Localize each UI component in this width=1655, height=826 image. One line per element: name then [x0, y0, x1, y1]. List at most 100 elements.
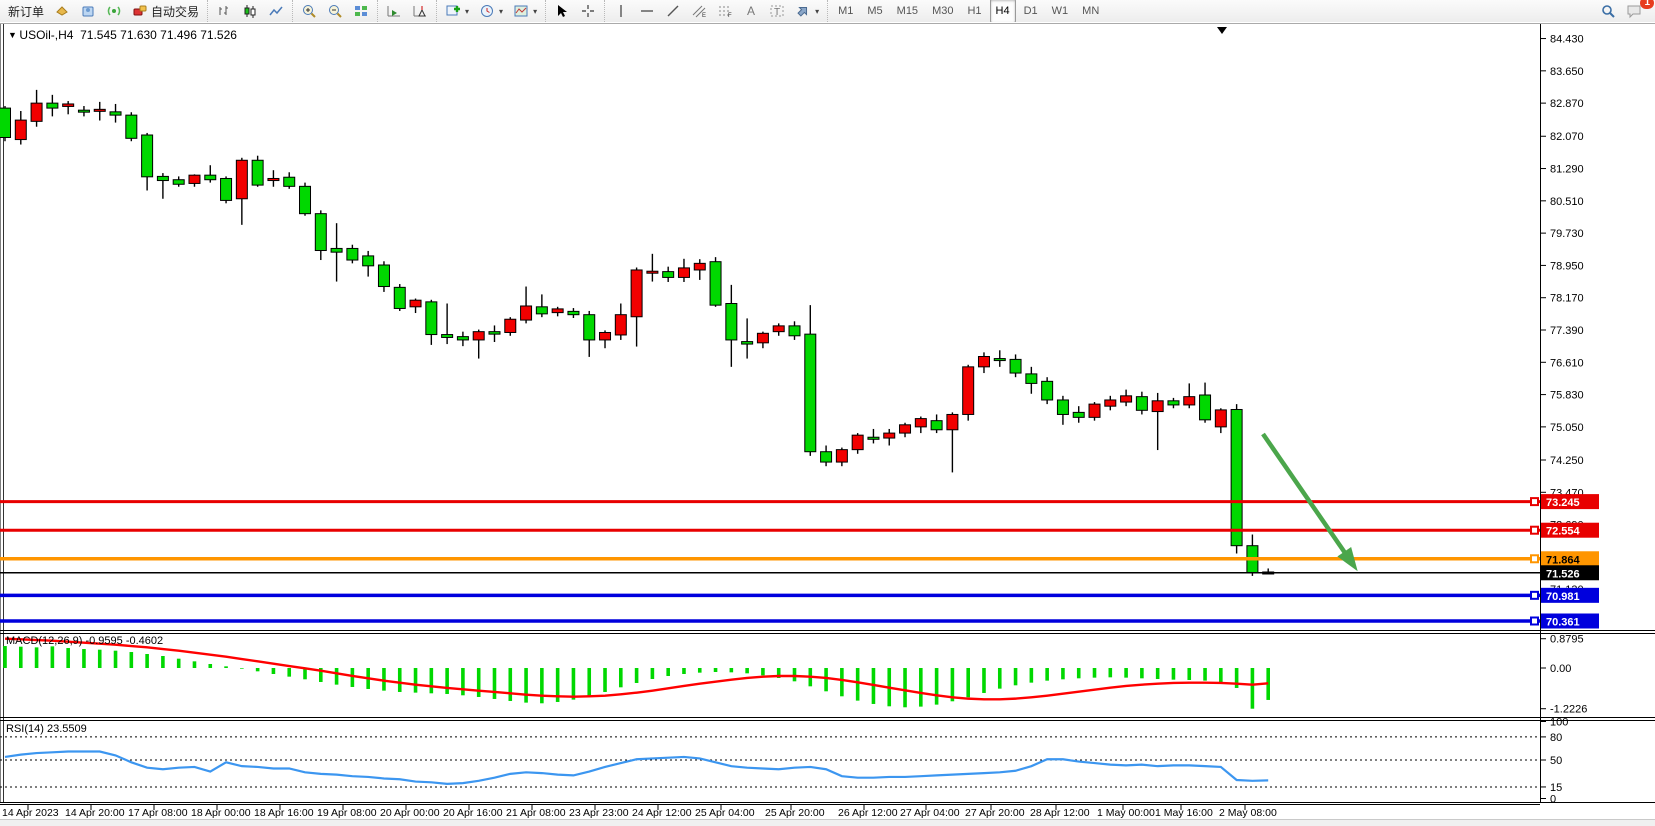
candlestick-chart-button[interactable] — [237, 0, 263, 22]
candle-body — [378, 265, 389, 287]
tile-windows-icon — [353, 3, 369, 19]
candle-body — [884, 433, 895, 438]
line-anchor-marker[interactable] — [1531, 618, 1538, 625]
candle-body — [252, 160, 263, 185]
chart-shift-button[interactable] — [407, 0, 433, 22]
search-icon — [1600, 3, 1616, 19]
trendline-button[interactable] — [660, 0, 686, 22]
candle-body — [1105, 400, 1116, 406]
candle-body — [1200, 395, 1211, 420]
chevron-down-icon: ▾ — [533, 7, 537, 16]
gold-badge-button[interactable] — [49, 0, 75, 22]
zoom-out-icon — [327, 3, 343, 19]
shapes-button[interactable]: ▾ — [790, 0, 824, 22]
timeframe-M30[interactable]: M30 — [926, 0, 959, 23]
timeframe-H1[interactable]: H1 — [961, 0, 987, 23]
price-tick-label: 83.650 — [1550, 66, 1584, 78]
candle-body — [1089, 404, 1100, 417]
time-tick-label: 26 Apr 12:00 — [838, 807, 898, 819]
indicators-button[interactable]: ▾ — [440, 0, 474, 22]
timeframe-M15[interactable]: M15 — [891, 0, 924, 23]
zoom-in-button[interactable] — [296, 0, 322, 22]
crosshair-icon — [580, 3, 596, 19]
candle-body — [1168, 401, 1179, 405]
cursor-button[interactable] — [549, 0, 575, 22]
candle-body — [268, 178, 279, 180]
fibonacci-icon: F — [717, 3, 733, 19]
price-tick-label: 78.170 — [1550, 293, 1584, 305]
candle-body — [615, 315, 626, 335]
horizontal-line-button[interactable] — [634, 0, 660, 22]
svg-text:F: F — [728, 13, 732, 19]
timeframe-H4[interactable]: H4 — [990, 0, 1016, 23]
price-tick-label: 81.290 — [1550, 164, 1584, 176]
candle-body — [694, 263, 705, 270]
auto-scroll-button[interactable] — [381, 0, 407, 22]
notifications-button[interactable]: 1 — [1621, 0, 1649, 22]
time-tick-label: 21 Apr 08:00 — [506, 807, 566, 819]
candle-body — [300, 186, 311, 213]
candle-body — [631, 270, 642, 317]
templates-button[interactable]: ▾ — [508, 0, 542, 22]
price-tick-label: 84.430 — [1550, 34, 1584, 46]
svg-text:E: E — [702, 13, 706, 19]
price-tick-label: 75.050 — [1550, 422, 1584, 434]
crosshair-button[interactable] — [575, 0, 601, 22]
candle-body — [94, 109, 105, 111]
line-chart-button[interactable] — [263, 0, 289, 22]
candle-body — [31, 103, 42, 121]
svg-text:T: T — [774, 7, 780, 18]
new-order-button[interactable]: 新订单 — [3, 0, 49, 22]
candle-body — [1184, 397, 1195, 405]
line-anchor-marker[interactable] — [1531, 592, 1538, 599]
candle-body — [900, 425, 911, 433]
timeframe-W1[interactable]: W1 — [1046, 0, 1075, 23]
channel-button[interactable]: E — [686, 0, 712, 22]
time-tick-label: 17 Apr 08:00 — [128, 807, 188, 819]
candle-body — [994, 359, 1005, 361]
candle-body — [978, 356, 989, 366]
chevron-down-icon: ▾ — [815, 7, 819, 16]
fibonacci-button[interactable]: F — [712, 0, 738, 22]
line-anchor-marker[interactable] — [1531, 498, 1538, 505]
signal-button[interactable] — [101, 0, 127, 22]
tile-windows-button[interactable] — [348, 0, 374, 22]
candle-body — [0, 108, 11, 137]
candle-body — [536, 307, 547, 314]
svg-text:70.981: 70.981 — [1546, 591, 1580, 603]
timeframe-M1[interactable]: M1 — [832, 0, 859, 23]
candle-body — [521, 306, 532, 320]
candle-body — [173, 180, 184, 185]
candle-body — [663, 272, 674, 278]
rsi-axis-label: 0 — [1550, 794, 1556, 806]
candle-body — [726, 304, 737, 340]
periods-button[interactable]: ▾ — [474, 0, 508, 22]
macd-axis-label: 0.8795 — [1550, 634, 1584, 646]
auto-trading-button[interactable]: 自动交易 — [127, 0, 204, 22]
cursor-icon — [554, 3, 570, 19]
candle-body — [789, 326, 800, 336]
label-button[interactable]: T — [764, 0, 790, 22]
search-button[interactable] — [1595, 0, 1621, 22]
chart-title: ▼ USOil-,H4 71.545 71.630 71.496 71.526 — [8, 28, 237, 42]
indicators-icon — [445, 3, 461, 19]
time-tick-label: 25 Apr 04:00 — [695, 807, 755, 819]
candle-body — [331, 248, 342, 252]
symbol-ohlc-text: USOil-,H4 71.545 71.630 71.496 71.526 — [19, 28, 237, 42]
channel-icon: E — [691, 3, 707, 19]
chart-canvas[interactable]: 84.43083.65082.87082.07081.29080.51079.7… — [0, 22, 1655, 826]
zoom-out-button[interactable] — [322, 0, 348, 22]
timeframe-MN[interactable]: MN — [1076, 0, 1105, 23]
price-tick-label: 82.870 — [1550, 98, 1584, 110]
timeframe-D1[interactable]: D1 — [1018, 0, 1044, 23]
macd-axis-label: -1.2226 — [1550, 704, 1587, 716]
vertical-line-button[interactable] — [608, 0, 634, 22]
symbol-dropdown-icon[interactable]: ▼ — [8, 30, 19, 40]
timeframe-M5[interactable]: M5 — [861, 0, 888, 23]
line-anchor-marker[interactable] — [1531, 527, 1538, 534]
accounts-button[interactable] — [75, 0, 101, 22]
text-button[interactable]: A — [738, 0, 764, 22]
line-anchor-marker[interactable] — [1531, 555, 1538, 562]
candle-body — [710, 262, 721, 305]
bar-chart-button[interactable] — [211, 0, 237, 22]
